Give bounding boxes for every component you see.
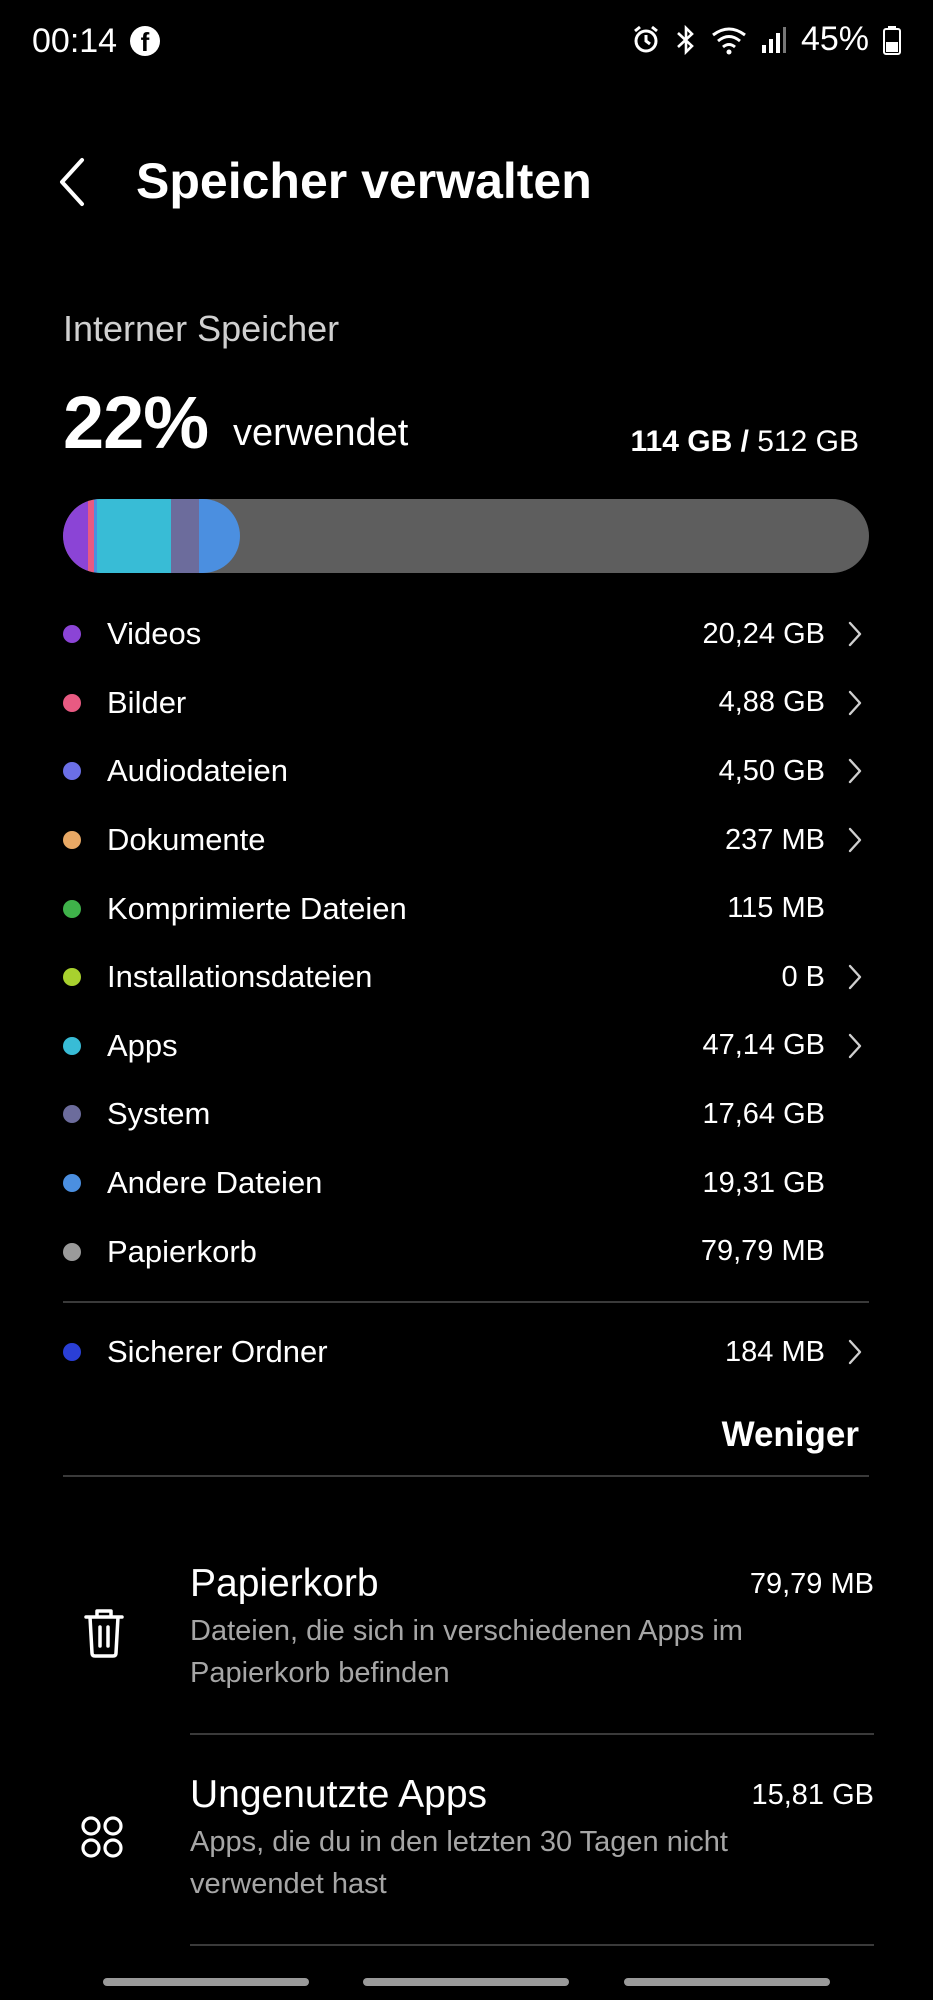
chevron-right-icon [848,1033,862,1059]
category-color-dot [63,831,81,850]
alarm-icon [634,25,658,52]
card-size: 15,81 GB [751,1778,874,1811]
bluetooth-icon [677,24,694,55]
storage-usage-fill [63,499,240,573]
battery-percent: 45% [800,20,869,58]
category-size: 184 MB [725,1335,825,1368]
category-row[interactable]: Apps 47,14 GB [63,1012,869,1081]
nav-home-button[interactable] [363,1978,569,1986]
back-button[interactable] [52,152,102,212]
bar-segment [63,499,88,573]
less-button[interactable]: Weniger [722,1415,859,1455]
apps-grid-icon [80,1815,124,1864]
card-trash[interactable]: Papierkorb 79,79 MB Dateien, die sich in… [190,1562,874,1694]
divider [190,1944,874,1946]
category-row: System 17,64 GB [63,1080,869,1149]
chevron-right-icon [848,965,862,990]
bar-segment [170,499,200,573]
category-row[interactable]: Bilder 4,88 GB [63,669,869,738]
card-description: Apps, die du in den letzten 30 Tagen nic… [190,1826,728,1900]
card-unused-apps[interactable]: Ungenutzte Apps 15,81 GB Apps, die du in… [190,1773,874,1905]
category-label: Dokumente [107,822,266,858]
signal-icon [761,26,786,53]
category-row[interactable]: Audiodateien 4,50 GB [63,737,869,806]
category-label: Apps [107,1027,178,1063]
category-label: Komprimierte Dateien [107,890,407,926]
nav-recents-button[interactable] [103,1978,309,1986]
category-size: 17,64 GB [702,1097,825,1130]
category-label: Sicherer Ordner [107,1334,328,1370]
category-color-dot [63,1105,81,1124]
battery-icon [883,25,901,55]
chevron-right-icon [848,827,862,853]
category-color-dot [63,1343,81,1362]
category-color-dot [63,899,81,918]
category-color-dot [63,968,81,987]
category-row[interactable]: Installationsdateien 0 B [63,943,869,1012]
used-word: verwendet [233,412,409,454]
category-size: 47,14 GB [702,1029,825,1062]
category-row[interactable]: Dokumente 237 MB [63,806,869,875]
wifi-icon [712,27,746,54]
trash-icon [80,1605,128,1666]
bar-segment [199,499,240,573]
category-size: 0 B [781,960,825,993]
category-label: Videos [107,616,202,652]
category-color-dot [63,1242,81,1261]
percent-used: 22% [63,381,209,464]
chevron-left-icon [60,158,84,206]
category-list: Videos 20,24 GB Bilder 4,88 GB Audiodateien 4… [63,600,869,1387]
status-icons: 45% [631,20,901,59]
facebook-icon: f [130,26,160,57]
chevron-right-icon [848,759,862,784]
category-row: Papierkorb 79,79 MB [63,1217,869,1286]
divider [63,1475,869,1477]
card-description: Dateien, die sich in verschiedenen Apps … [190,1615,743,1689]
category-row: Komprimierte Dateien 115 MB [63,874,869,943]
category-color-dot [63,1036,81,1055]
storage-section-label: Interner Speicher [63,308,340,349]
storage-usage-bar [63,499,869,573]
page-title: Speicher verwalten [136,153,592,209]
category-size: 20,24 GB [702,617,825,650]
category-label: Installationsdateien [107,959,373,995]
category-label: Andere Dateien [107,1165,323,1201]
category-row[interactable]: Videos 20,24 GB [63,600,869,669]
divider [63,1300,869,1303]
chevron-right-icon [848,690,862,716]
category-label: Bilder [107,684,187,720]
card-size: 79,79 MB [749,1567,874,1600]
status-time: 00:14 [32,22,118,60]
chevron-right-icon [848,1340,862,1365]
category-size: 4,88 GB [718,686,825,719]
total-amount: 512 GB [757,425,859,458]
category-label: System [107,1096,211,1132]
category-size: 237 MB [725,823,825,856]
category-size: 19,31 GB [702,1166,825,1199]
category-size: 4,50 GB [718,754,825,787]
category-size: 115 MB [727,892,825,925]
category-color-dot [63,625,81,644]
card-title: Ungenutzte Apps [190,1773,488,1816]
storage-total: 114 GB / 512 GB [631,425,859,459]
used-amount: 114 GB / [630,425,749,458]
category-label: Papierkorb [107,1233,257,1269]
bar-segment [96,499,171,573]
category-color-dot [63,762,81,781]
nav-back-button[interactable] [624,1978,830,1986]
category-color-dot [63,693,81,712]
card-title: Papierkorb [190,1562,379,1605]
divider [190,1733,874,1735]
category-row[interactable]: Sicherer Ordner 184 MB [63,1318,869,1387]
category-color-dot [63,1174,81,1193]
chevron-right-icon [848,622,862,647]
category-row: Andere Dateien 19,31 GB [63,1149,869,1218]
category-size: 79,79 MB [700,1235,825,1268]
category-label: Audiodateien [107,753,288,789]
